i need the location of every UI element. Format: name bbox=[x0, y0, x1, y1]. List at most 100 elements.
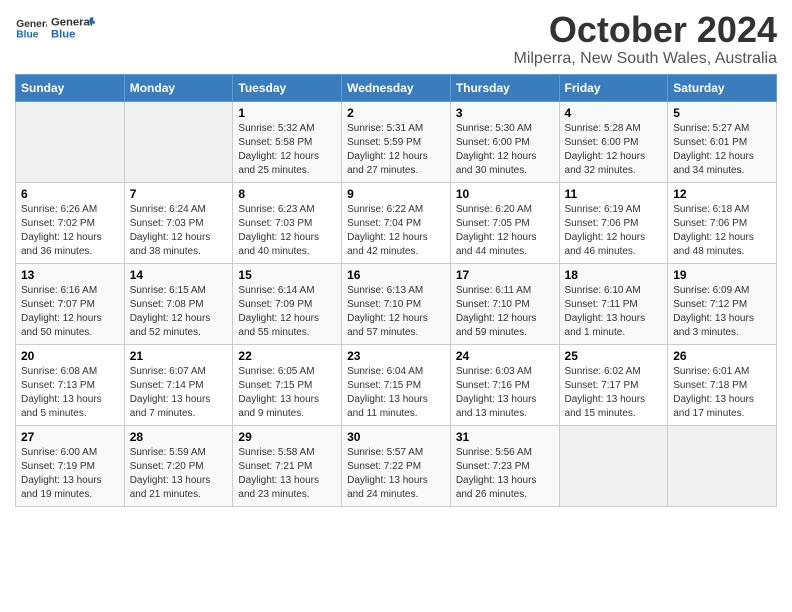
svg-text:Blue: Blue bbox=[51, 29, 75, 41]
day-number: 11 bbox=[565, 187, 663, 201]
calendar-cell: 20 Sunrise: 6:08 AMSunset: 7:13 PMDayligh… bbox=[16, 344, 125, 425]
logo: General Blue General Blue bbox=[15, 10, 96, 48]
calendar-cell: 10 Sunrise: 6:20 AMSunset: 7:05 PMDayligh… bbox=[450, 182, 559, 263]
calendar-cell: 5Sunrise: 5:27 AMSunset: 6:01 PMDaylight… bbox=[668, 101, 777, 182]
calendar-week-row: 27Sunrise: 6:00 AMSunset: 7:19 PMDayligh… bbox=[16, 425, 777, 506]
day-info: Sunrise: 6:20 AMSunset: 7:05 PMDaylight:… bbox=[456, 203, 554, 259]
day-number: 19 bbox=[673, 268, 771, 282]
day-number: 6 bbox=[21, 187, 119, 201]
svg-text:General: General bbox=[16, 19, 47, 30]
day-number: 26 bbox=[673, 349, 771, 363]
day-number: 29 bbox=[238, 430, 336, 444]
day-number: 16 bbox=[347, 268, 445, 282]
day-number: 31 bbox=[456, 430, 554, 444]
day-number: 7 bbox=[130, 187, 228, 201]
calendar-week-row: 6 Sunrise: 6:26 AMSunset: 7:02 PMDaylight… bbox=[16, 182, 777, 263]
weekday-header-sunday: Sunday bbox=[16, 74, 125, 101]
calendar-cell: 31Sunrise: 5:56 AMSunset: 7:23 PMDayligh… bbox=[450, 425, 559, 506]
calendar-cell: 26Sunrise: 6:01 AMSunset: 7:18 PMDayligh… bbox=[668, 344, 777, 425]
day-number: 3 bbox=[456, 106, 554, 120]
day-number: 24 bbox=[456, 349, 554, 363]
day-number: 21 bbox=[130, 349, 228, 363]
day-number: 13 bbox=[21, 268, 119, 282]
day-number: 14 bbox=[130, 268, 228, 282]
day-info: Sunrise: 6:22 AMSunset: 7:04 PMDaylight:… bbox=[347, 203, 445, 259]
calendar-cell: 1Sunrise: 5:32 AMSunset: 5:58 PMDaylight… bbox=[233, 101, 342, 182]
calendar-week-row: 13Sunrise: 6:16 AMSunset: 7:07 PMDayligh… bbox=[16, 263, 777, 344]
day-number: 18 bbox=[565, 268, 663, 282]
day-info: Sunrise: 6:08 AMSunset: 7:13 PMDaylight:… bbox=[21, 365, 119, 421]
day-info: Sunrise: 6:07 AMSunset: 7:14 PMDaylight:… bbox=[130, 365, 228, 421]
day-info: Sunrise: 6:04 AMSunset: 7:15 PMDaylight:… bbox=[347, 365, 445, 421]
calendar-cell bbox=[668, 425, 777, 506]
weekday-header-wednesday: Wednesday bbox=[342, 74, 451, 101]
calendar-cell: 17 Sunrise: 6:11 AMSunset: 7:10 PMDayligh… bbox=[450, 263, 559, 344]
day-info: Sunrise: 6:14 AMSunset: 7:09 PMDaylight:… bbox=[238, 284, 336, 340]
calendar-cell: 25Sunrise: 6:02 AMSunset: 7:17 PMDayligh… bbox=[559, 344, 668, 425]
calendar-cell: 4 Sunrise: 5:28 AMSunset: 6:00 PMDaylight… bbox=[559, 101, 668, 182]
day-info: Sunrise: 6:24 AMSunset: 7:03 PMDaylight:… bbox=[130, 203, 228, 259]
calendar-cell: 23Sunrise: 6:04 AMSunset: 7:15 PMDayligh… bbox=[342, 344, 451, 425]
calendar-title-area: October 2024 Milperra, New South Wales, … bbox=[513, 10, 777, 68]
weekday-header-thursday: Thursday bbox=[450, 74, 559, 101]
day-number: 8 bbox=[238, 187, 336, 201]
day-info: Sunrise: 6:23 AMSunset: 7:03 PMDaylight:… bbox=[238, 203, 336, 259]
day-info: Sunrise: 6:03 AMSunset: 7:16 PMDaylight:… bbox=[456, 365, 554, 421]
calendar-table: SundayMondayTuesdayWednesdayThursdayFrid… bbox=[15, 74, 777, 507]
page-header: General Blue General Blue October 2024 M… bbox=[15, 10, 777, 68]
day-number: 10 bbox=[456, 187, 554, 201]
day-info: Sunrise: 6:26 AMSunset: 7:02 PMDaylight:… bbox=[21, 203, 119, 259]
calendar-cell: 15 Sunrise: 6:14 AMSunset: 7:09 PMDayligh… bbox=[233, 263, 342, 344]
day-info: Sunrise: 5:30 AMSunset: 6:00 PMDaylight:… bbox=[456, 122, 554, 178]
day-info: Sunrise: 6:18 AMSunset: 7:06 PMDaylight:… bbox=[673, 203, 771, 259]
calendar-cell: 29 Sunrise: 5:58 AMSunset: 7:21 PMDayligh… bbox=[233, 425, 342, 506]
calendar-cell: 14 Sunrise: 6:15 AMSunset: 7:08 PMDayligh… bbox=[124, 263, 233, 344]
calendar-cell: 16Sunrise: 6:13 AMSunset: 7:10 PMDayligh… bbox=[342, 263, 451, 344]
day-info: Sunrise: 5:57 AMSunset: 7:22 PMDaylight:… bbox=[347, 446, 445, 502]
day-number: 17 bbox=[456, 268, 554, 282]
day-info: Sunrise: 5:28 AMSunset: 6:00 PMDaylight:… bbox=[565, 122, 663, 178]
calendar-cell: 11 Sunrise: 6:19 AMSunset: 7:06 PMDayligh… bbox=[559, 182, 668, 263]
day-number: 28 bbox=[130, 430, 228, 444]
day-info: Sunrise: 6:09 AMSunset: 7:12 PMDaylight:… bbox=[673, 284, 771, 340]
weekday-header-friday: Friday bbox=[559, 74, 668, 101]
calendar-week-row: 1Sunrise: 5:32 AMSunset: 5:58 PMDaylight… bbox=[16, 101, 777, 182]
day-info: Sunrise: 5:58 AMSunset: 7:21 PMDaylight:… bbox=[238, 446, 336, 502]
calendar-cell: 19 Sunrise: 6:09 AMSunset: 7:12 PMDayligh… bbox=[668, 263, 777, 344]
day-number: 12 bbox=[673, 187, 771, 201]
calendar-cell: 8 Sunrise: 6:23 AMSunset: 7:03 PMDaylight… bbox=[233, 182, 342, 263]
weekday-header-monday: Monday bbox=[124, 74, 233, 101]
day-info: Sunrise: 5:31 AMSunset: 5:59 PMDaylight:… bbox=[347, 122, 445, 178]
calendar-cell bbox=[124, 101, 233, 182]
day-number: 22 bbox=[238, 349, 336, 363]
location-title: Milperra, New South Wales, Australia bbox=[513, 50, 777, 68]
calendar-cell: 13Sunrise: 6:16 AMSunset: 7:07 PMDayligh… bbox=[16, 263, 125, 344]
day-number: 2 bbox=[347, 106, 445, 120]
day-info: Sunrise: 6:11 AMSunset: 7:10 PMDaylight:… bbox=[456, 284, 554, 340]
calendar-cell: 21 Sunrise: 6:07 AMSunset: 7:14 PMDayligh… bbox=[124, 344, 233, 425]
month-title: October 2024 bbox=[513, 10, 777, 50]
day-info: Sunrise: 5:59 AMSunset: 7:20 PMDaylight:… bbox=[130, 446, 228, 502]
day-number: 4 bbox=[565, 106, 663, 120]
day-number: 27 bbox=[21, 430, 119, 444]
calendar-cell: 12 Sunrise: 6:18 AMSunset: 7:06 PMDayligh… bbox=[668, 182, 777, 263]
calendar-cell: 2 Sunrise: 5:31 AMSunset: 5:59 PMDaylight… bbox=[342, 101, 451, 182]
day-info: Sunrise: 6:15 AMSunset: 7:08 PMDaylight:… bbox=[130, 284, 228, 340]
calendar-cell: 24 Sunrise: 6:03 AMSunset: 7:16 PMDayligh… bbox=[450, 344, 559, 425]
svg-text:General: General bbox=[51, 17, 93, 29]
calendar-header: SundayMondayTuesdayWednesdayThursdayFrid… bbox=[16, 74, 777, 101]
calendar-cell: 22 Sunrise: 6:05 AMSunset: 7:15 PMDayligh… bbox=[233, 344, 342, 425]
logo-icon: General Blue bbox=[15, 13, 47, 45]
day-number: 20 bbox=[21, 349, 119, 363]
day-info: Sunrise: 6:19 AMSunset: 7:06 PMDaylight:… bbox=[565, 203, 663, 259]
weekday-header-tuesday: Tuesday bbox=[233, 74, 342, 101]
calendar-cell bbox=[16, 101, 125, 182]
logo-bird-icon: General Blue bbox=[51, 10, 96, 48]
calendar-cell: 3 Sunrise: 5:30 AMSunset: 6:00 PMDaylight… bbox=[450, 101, 559, 182]
day-info: Sunrise: 5:27 AMSunset: 6:01 PMDaylight:… bbox=[673, 122, 771, 178]
day-number: 15 bbox=[238, 268, 336, 282]
day-info: Sunrise: 6:05 AMSunset: 7:15 PMDaylight:… bbox=[238, 365, 336, 421]
calendar-cell: 27Sunrise: 6:00 AMSunset: 7:19 PMDayligh… bbox=[16, 425, 125, 506]
svg-text:Blue: Blue bbox=[16, 29, 38, 40]
calendar-cell: 18Sunrise: 6:10 AMSunset: 7:11 PMDayligh… bbox=[559, 263, 668, 344]
